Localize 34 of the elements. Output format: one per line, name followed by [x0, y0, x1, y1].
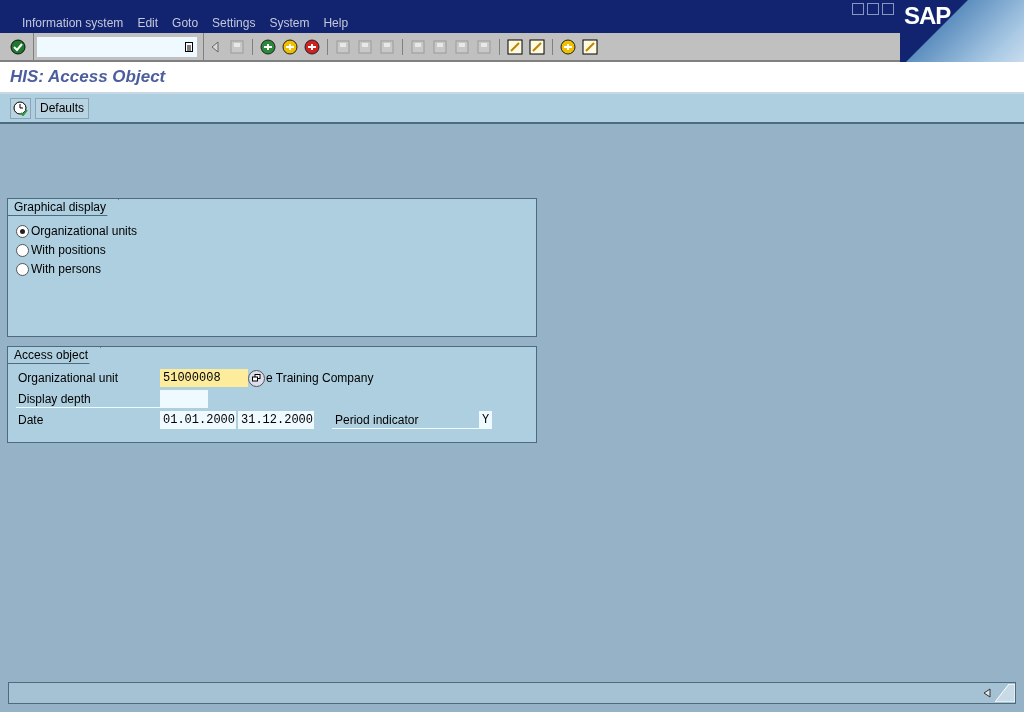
enter-icon[interactable]	[10, 38, 26, 55]
radio-label: Organizational units	[31, 224, 138, 238]
menu-item[interactable]: Help	[323, 16, 349, 30]
radio-button[interactable]	[16, 243, 29, 257]
menu-item[interactable]: Information system	[22, 16, 124, 30]
resize-grip-icon[interactable]	[995, 684, 1015, 702]
menu-item[interactable]: System	[269, 16, 310, 30]
windows-icon	[252, 374, 261, 382]
radio-label: With positions	[31, 243, 106, 257]
triangle-icon[interactable]	[983, 688, 991, 698]
menu-item[interactable]: Edit	[137, 16, 159, 30]
match-button[interactable]	[248, 369, 265, 387]
menu-item[interactable]: Goto	[172, 16, 199, 30]
radio-label: With persons	[31, 262, 102, 276]
screen-title: HIS: Access Object	[10, 67, 166, 87]
command-field[interactable]	[37, 36, 197, 57]
input-field[interactable]	[160, 390, 208, 408]
input-field[interactable]: 51000008	[160, 369, 248, 387]
group-title: Access object	[14, 348, 89, 362]
input-field[interactable]: 01.01.2000	[160, 411, 236, 429]
radio-button[interactable]	[16, 224, 29, 238]
radio-button[interactable]	[16, 262, 29, 276]
menu-item[interactable]: Settings	[212, 16, 256, 30]
description-text: e Training Company	[266, 371, 374, 385]
execute-button[interactable]	[10, 97, 31, 119]
input-field[interactable]: 31.12.2000	[238, 411, 314, 429]
defaults-button[interactable]: Defaults	[35, 97, 90, 119]
field-label: Date	[17, 412, 45, 429]
logo-text: SAP	[904, 2, 951, 30]
clock-icon	[13, 100, 28, 116]
input-field[interactable]: Y	[479, 411, 492, 429]
field-label: Organizational unit	[17, 370, 120, 387]
group-title: Graphical display	[14, 200, 107, 214]
history-icon[interactable]	[185, 41, 193, 52]
